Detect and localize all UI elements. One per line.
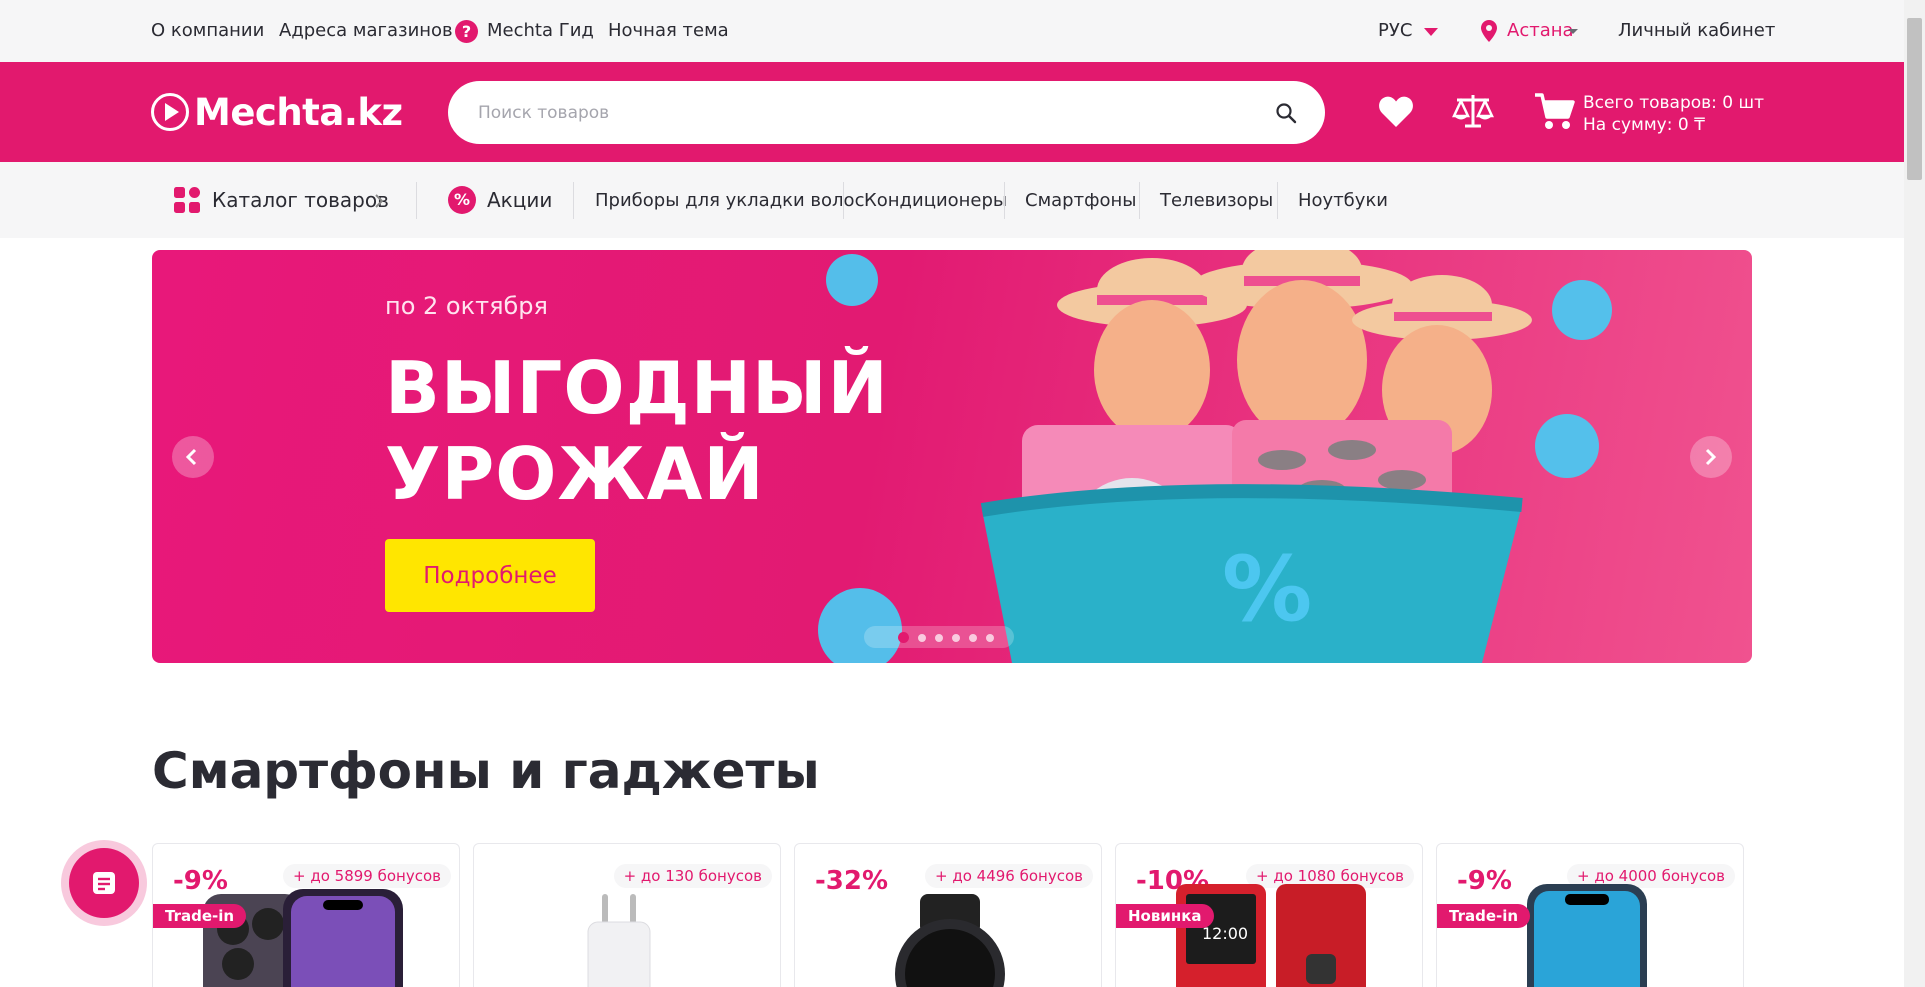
language-select[interactable]: РУС	[1378, 20, 1412, 41]
product-card[interactable]: -10% + до 1080 бонусов 12:00 Новинка	[1115, 843, 1423, 987]
nav-item-air-conditioners[interactable]: Кондиционеры	[864, 190, 1007, 211]
chevron-right-icon	[375, 194, 384, 208]
city-select[interactable]: Астана	[1507, 20, 1574, 41]
cart-icon[interactable]	[1533, 92, 1575, 132]
nav-divider	[573, 182, 574, 219]
slider-dot[interactable]	[969, 634, 977, 642]
banner-title-line: ВЫГОДНЫЙ	[385, 346, 889, 430]
chevron-left-icon	[185, 448, 197, 466]
product-card[interactable]: + до 130 бонусов	[473, 843, 781, 987]
chevron-down-icon	[1424, 28, 1438, 36]
dark-theme-toggle[interactable]: Ночная тема	[608, 20, 729, 41]
svg-text:%: %	[1222, 537, 1312, 642]
bonus-badge: + до 4496 бонусов	[925, 864, 1093, 888]
slider-dot[interactable]	[935, 634, 943, 642]
nav-divider	[843, 182, 844, 219]
banner-title: ВЫГОДНЫЙ УРОЖАЙ	[385, 345, 889, 517]
category-nav: Каталог товаров % Акции Приборы для укла…	[0, 162, 1904, 238]
slider-dots	[864, 626, 1014, 648]
location-pin-icon	[1481, 20, 1497, 42]
product-image	[203, 889, 403, 987]
chat-icon	[93, 872, 115, 894]
cart-summary[interactable]: Всего товаров: 0 шт На сумму: 0 ₸	[1583, 92, 1764, 136]
compare-scales-icon[interactable]	[1452, 92, 1494, 130]
slider-dot[interactable]	[898, 632, 909, 643]
search-icon[interactable]	[1275, 102, 1297, 124]
new-tag: Новинка	[1116, 904, 1214, 928]
tradein-tag: Trade-in	[153, 904, 247, 928]
product-card[interactable]: -9% + до 4000 бонусов Trade-in	[1436, 843, 1744, 987]
product-card[interactable]: -9% + до 5899 бонусов Trade-in	[152, 843, 460, 987]
svg-text:12:00: 12:00	[1202, 924, 1248, 943]
guide-link[interactable]: Mechta Гид	[487, 20, 594, 41]
product-image: 12:00	[1176, 884, 1366, 987]
nav-divider	[1139, 182, 1140, 219]
chevron-right-icon	[1705, 448, 1717, 466]
banner-more-button[interactable]: Подробнее	[385, 539, 595, 612]
banner-next-button[interactable]	[1690, 436, 1732, 478]
percent-icon: %	[448, 186, 476, 214]
banner-date: по 2 октября	[385, 292, 548, 320]
main-header: Mechta.kz Всего товаров: 0 шт На сумму: …	[0, 62, 1904, 162]
stores-link[interactable]: Адреса магазинов	[279, 20, 453, 41]
banner-prev-button[interactable]	[172, 436, 214, 478]
top-bar: О компании Адреса магазинов ? Mechta Гид…	[0, 0, 1904, 62]
play-logo-icon	[151, 93, 189, 131]
scrollbar[interactable]	[1904, 0, 1925, 987]
chevron-down-icon	[1568, 29, 1578, 34]
nav-item-hair-styling[interactable]: Приборы для укладки волос	[595, 190, 864, 211]
section-title: Смартфоны и гаджеты	[152, 742, 820, 800]
bonus-badge: + до 130 бонусов	[613, 864, 772, 888]
search-input[interactable]	[448, 81, 1325, 144]
heart-icon[interactable]	[1378, 95, 1414, 128]
promo-link[interactable]: Акции	[487, 188, 552, 212]
nav-divider	[416, 182, 417, 219]
promo-banner[interactable]: % по 2 октября ВЫГОДНЫЙ УРОЖАЙ Подробнее	[152, 250, 1752, 663]
chat-button-inner	[69, 848, 139, 918]
nav-divider	[1004, 182, 1005, 219]
tradein-tag: Trade-in	[1437, 904, 1531, 928]
logo[interactable]: Mechta.kz	[151, 89, 403, 135]
account-link[interactable]: Личный кабинет	[1618, 20, 1775, 41]
logo-text: Mechta.kz	[194, 90, 403, 134]
product-image	[587, 894, 651, 987]
cart-items-count: Всего товаров: 0 шт	[1583, 93, 1764, 113]
scrollbar-thumb[interactable]	[1907, 18, 1922, 180]
about-link[interactable]: О компании	[151, 20, 264, 41]
cart-sum: На сумму: 0 ₸	[1583, 115, 1705, 135]
product-image	[895, 894, 1005, 987]
catalog-button[interactable]: Каталог товаров	[212, 188, 389, 212]
slider-dot[interactable]	[918, 634, 926, 642]
slider-dot[interactable]	[952, 634, 960, 642]
product-carousel: -9% + до 5899 бонусов Trade-in + до 130 …	[152, 843, 1744, 987]
nav-item-smartphones[interactable]: Смартфоны	[1025, 190, 1136, 211]
product-card[interactable]: -32% + до 4496 бонусов	[794, 843, 1102, 987]
chat-button[interactable]	[61, 840, 147, 926]
nav-divider	[1277, 182, 1278, 219]
nav-item-tvs[interactable]: Телевизоры	[1160, 190, 1273, 211]
question-icon: ?	[455, 20, 478, 43]
slider-dot[interactable]	[986, 634, 994, 642]
discount-badge: -32%	[815, 866, 889, 896]
discount-badge: -9%	[1457, 866, 1512, 896]
product-image	[1527, 884, 1647, 987]
banner-title-line: УРОЖАЙ	[385, 432, 765, 516]
catalog-grid-icon	[174, 187, 200, 213]
nav-item-laptops[interactable]: Ноутбуки	[1298, 190, 1388, 211]
